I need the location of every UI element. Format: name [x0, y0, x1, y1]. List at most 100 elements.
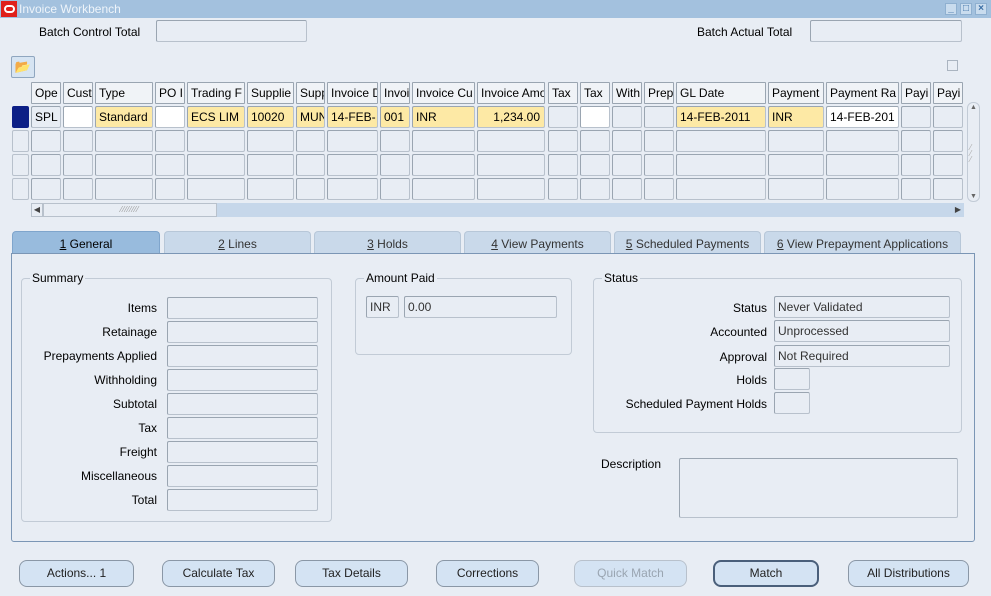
- grid-cell[interactable]: [644, 154, 674, 176]
- column-header[interactable]: PO I: [155, 82, 185, 104]
- column-header[interactable]: With: [612, 82, 642, 104]
- grid-cell[interactable]: [412, 130, 475, 152]
- grid-cell[interactable]: 14-FEB-201: [826, 106, 899, 128]
- grid-cell[interactable]: [95, 178, 153, 200]
- grid-cell[interactable]: [612, 178, 642, 200]
- column-header[interactable]: Prep: [644, 82, 674, 104]
- column-header[interactable]: Invoice D: [327, 82, 378, 104]
- minimize-button[interactable]: _: [945, 3, 957, 15]
- grid-cell[interactable]: [580, 154, 610, 176]
- grid-cell[interactable]: [901, 106, 931, 128]
- column-header[interactable]: Payi: [933, 82, 963, 104]
- grid-cell[interactable]: [548, 178, 578, 200]
- grid-cell[interactable]: [644, 178, 674, 200]
- batch-control-total-field[interactable]: [156, 20, 307, 42]
- calculate-tax-button[interactable]: Calculate Tax: [162, 560, 275, 587]
- grid-cell[interactable]: MUN: [296, 106, 325, 128]
- grid-cell[interactable]: [580, 106, 610, 128]
- grid-cell[interactable]: [477, 130, 545, 152]
- grid-cell[interactable]: [412, 154, 475, 176]
- match-button[interactable]: Match: [713, 560, 819, 587]
- grid-cell[interactable]: [768, 178, 824, 200]
- column-header[interactable]: Type: [95, 82, 153, 104]
- grid-cell[interactable]: [380, 130, 410, 152]
- tab-lines[interactable]: 2 Lines: [164, 231, 311, 254]
- grid-cell[interactable]: [63, 178, 93, 200]
- grid-cell[interactable]: [296, 130, 325, 152]
- grid-cell[interactable]: [826, 178, 899, 200]
- tab-view-prepayment-applications[interactable]: 6 View Prepayment Applications: [764, 231, 961, 254]
- grid-cell[interactable]: [933, 178, 963, 200]
- batch-actual-total-field[interactable]: [810, 20, 962, 42]
- grid-cell[interactable]: INR: [412, 106, 475, 128]
- scroll-right-icon[interactable]: ▶: [952, 203, 964, 217]
- grid-cell[interactable]: [187, 178, 245, 200]
- grid-cell[interactable]: [63, 106, 93, 128]
- grid-cell[interactable]: [826, 154, 899, 176]
- grid-cell[interactable]: [327, 130, 378, 152]
- tab-view-payments[interactable]: 4 View Payments: [464, 231, 611, 254]
- grid-cell[interactable]: [901, 178, 931, 200]
- column-header[interactable]: Invoi: [380, 82, 410, 104]
- grid-cell[interactable]: [155, 106, 185, 128]
- tab-scheduled-payments[interactable]: 5 Scheduled Payments: [614, 231, 761, 254]
- scroll-thumb[interactable]: ⁄⁄⁄⁄⁄⁄⁄⁄: [43, 203, 217, 217]
- grid-cell[interactable]: 001: [380, 106, 410, 128]
- summary-field[interactable]: [167, 321, 318, 343]
- summary-field[interactable]: [167, 441, 318, 463]
- grid-cell[interactable]: [548, 154, 578, 176]
- scroll-down-icon[interactable]: ▼: [968, 193, 979, 200]
- grid-cell[interactable]: [187, 130, 245, 152]
- row-indicator[interactable]: [12, 130, 29, 152]
- row-indicator[interactable]: [12, 178, 29, 200]
- scroll-left-icon[interactable]: ◀: [31, 203, 43, 217]
- column-header[interactable]: Cust: [63, 82, 93, 104]
- grid-cell[interactable]: 14-FEB-: [327, 106, 378, 128]
- row-indicator[interactable]: [12, 106, 29, 128]
- description-field[interactable]: [679, 458, 958, 518]
- scroll-up-icon[interactable]: ▲: [968, 104, 979, 111]
- close-button[interactable]: ×: [975, 3, 987, 15]
- grid-cell[interactable]: [612, 154, 642, 176]
- corrections-button[interactable]: Corrections: [436, 560, 539, 587]
- grid-cell[interactable]: 1,234.00: [477, 106, 545, 128]
- summary-field[interactable]: [167, 345, 318, 367]
- open-folder-button[interactable]: 📂: [11, 56, 35, 78]
- grid-cell[interactable]: [296, 154, 325, 176]
- column-header[interactable]: Payi: [901, 82, 931, 104]
- folder-checkbox[interactable]: [947, 60, 958, 71]
- column-header[interactable]: Tax: [580, 82, 610, 104]
- column-header[interactable]: Invoice Amo: [477, 82, 545, 104]
- grid-cell[interactable]: [247, 154, 294, 176]
- grid-cell[interactable]: [327, 154, 378, 176]
- grid-cell[interactable]: [644, 106, 674, 128]
- column-header[interactable]: Supplie: [247, 82, 294, 104]
- grid-cell[interactable]: [95, 154, 153, 176]
- grid-cell[interactable]: [247, 130, 294, 152]
- summary-field[interactable]: [167, 465, 318, 487]
- grid-cell[interactable]: ECS LIM: [187, 106, 245, 128]
- grid-cell[interactable]: [477, 178, 545, 200]
- grid-cell[interactable]: [676, 178, 766, 200]
- column-header[interactable]: Invoice Cu: [412, 82, 475, 104]
- grid-cell[interactable]: [933, 106, 963, 128]
- grid-cell[interactable]: [31, 130, 61, 152]
- grid-cell[interactable]: [247, 178, 294, 200]
- grid-cell[interactable]: [296, 178, 325, 200]
- grid-cell[interactable]: Standard: [95, 106, 153, 128]
- grid-cell[interactable]: [612, 130, 642, 152]
- row-indicator[interactable]: [12, 154, 29, 176]
- grid-cell[interactable]: [548, 106, 578, 128]
- grid-cell[interactable]: [380, 178, 410, 200]
- column-header[interactable]: Trading F: [187, 82, 245, 104]
- grid-cell[interactable]: [187, 154, 245, 176]
- horizontal-scrollbar[interactable]: ◀ ⁄⁄⁄⁄⁄⁄⁄⁄ ▶: [31, 203, 964, 217]
- grid-cell[interactable]: [676, 130, 766, 152]
- grid-cell[interactable]: [644, 130, 674, 152]
- grid-cell[interactable]: [933, 154, 963, 176]
- summary-field[interactable]: [167, 393, 318, 415]
- column-header[interactable]: Supp: [296, 82, 325, 104]
- grid-cell[interactable]: [612, 106, 642, 128]
- quick-match-button[interactable]: Quick Match: [574, 560, 687, 587]
- column-header[interactable]: Ope: [31, 82, 61, 104]
